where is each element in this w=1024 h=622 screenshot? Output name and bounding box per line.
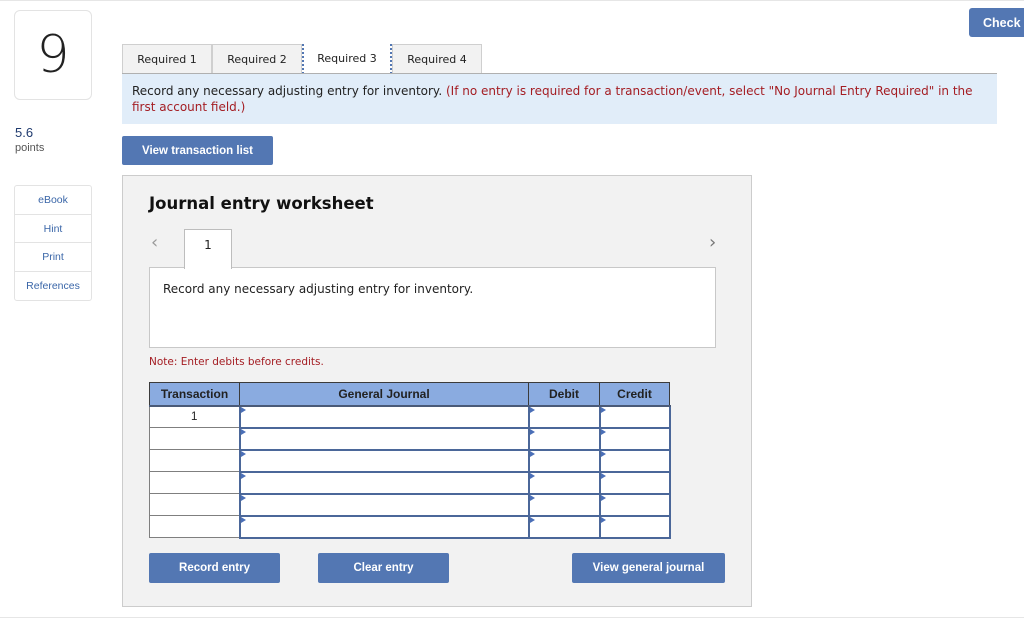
dropdown-marker-icon xyxy=(529,450,535,457)
dropdown-marker-icon xyxy=(600,450,606,457)
clear-entry-button[interactable]: Clear entry xyxy=(318,553,449,583)
table-row xyxy=(149,426,671,451)
account-field[interactable] xyxy=(238,492,530,517)
transaction-cell xyxy=(149,515,240,538)
required-tabs: Required 1 Required 2 Required 3 Require… xyxy=(122,44,482,74)
table-row: 1 xyxy=(149,404,671,429)
account-field[interactable] xyxy=(238,514,530,539)
worksheet-title: Journal entry worksheet xyxy=(149,194,374,213)
transaction-cell xyxy=(149,493,240,516)
dropdown-marker-icon xyxy=(240,450,246,457)
journal-entry-worksheet: Journal entry worksheet ‹ › 1 Record any… xyxy=(122,175,752,607)
hint-link[interactable]: Hint xyxy=(15,215,91,243)
instructions-main: Record any necessary adjusting entry for… xyxy=(132,84,443,98)
dropdown-marker-icon xyxy=(529,516,535,523)
debit-field[interactable] xyxy=(527,492,601,517)
table-row xyxy=(149,492,671,517)
dropdown-marker-icon xyxy=(240,494,246,501)
dropdown-marker-icon xyxy=(600,472,606,479)
header-credit: Credit xyxy=(599,382,670,407)
worksheet-description: Record any necessary adjusting entry for… xyxy=(149,267,716,348)
debit-field[interactable] xyxy=(527,470,601,495)
tab-required-4[interactable]: Required 4 xyxy=(392,44,482,74)
dropdown-marker-icon xyxy=(600,516,606,523)
debits-note: Note: Enter debits before credits. xyxy=(149,356,324,368)
points-label: points xyxy=(15,142,45,154)
dropdown-marker-icon xyxy=(529,406,535,413)
journal-table: Transaction General Journal Debit Credit… xyxy=(149,382,671,539)
header-debit: Debit xyxy=(528,382,600,407)
credit-field[interactable] xyxy=(598,470,671,495)
tab-required-3[interactable]: Required 3 xyxy=(302,44,392,74)
references-link[interactable]: References xyxy=(15,272,91,301)
dropdown-marker-icon xyxy=(240,406,246,413)
debit-field[interactable] xyxy=(527,426,601,451)
table-row xyxy=(149,514,671,539)
account-field[interactable] xyxy=(238,404,530,429)
credit-field[interactable] xyxy=(598,426,671,451)
check-button[interactable]: Check xyxy=(969,8,1024,37)
tab-required-1[interactable]: Required 1 xyxy=(122,44,212,74)
ebook-link[interactable]: eBook xyxy=(15,186,91,215)
points-value: 5.6 xyxy=(15,125,34,140)
dropdown-marker-icon xyxy=(529,428,535,435)
credit-field[interactable] xyxy=(598,514,671,539)
top-divider xyxy=(0,0,1024,1)
record-entry-button[interactable]: Record entry xyxy=(149,553,280,583)
transaction-cell xyxy=(149,471,240,494)
account-field[interactable] xyxy=(238,470,530,495)
header-transaction: Transaction xyxy=(149,382,240,407)
view-general-journal-button[interactable]: View general journal xyxy=(572,553,725,583)
table-row xyxy=(149,448,671,473)
transaction-cell xyxy=(149,427,240,450)
tab-required-2[interactable]: Required 2 xyxy=(212,44,302,74)
debit-field[interactable] xyxy=(527,404,601,429)
account-field[interactable] xyxy=(238,448,530,473)
dropdown-marker-icon xyxy=(600,406,606,413)
credit-field[interactable] xyxy=(598,448,671,473)
credit-field[interactable] xyxy=(598,404,671,429)
account-field[interactable] xyxy=(238,426,530,451)
dropdown-marker-icon xyxy=(529,472,535,479)
worksheet-tab-1[interactable]: 1 xyxy=(184,229,232,269)
table-row xyxy=(149,470,671,495)
debit-field[interactable] xyxy=(527,448,601,473)
instructions-panel: Record any necessary adjusting entry for… xyxy=(122,74,997,124)
bottom-divider xyxy=(0,617,1024,618)
dropdown-marker-icon xyxy=(240,516,246,523)
header-general-journal: General Journal xyxy=(239,382,529,407)
debit-field[interactable] xyxy=(527,514,601,539)
print-link[interactable]: Print xyxy=(15,243,91,272)
transaction-cell xyxy=(149,449,240,472)
transaction-cell: 1 xyxy=(149,405,240,428)
dropdown-marker-icon xyxy=(240,472,246,479)
question-number: 9 xyxy=(14,10,92,100)
dropdown-marker-icon xyxy=(600,428,606,435)
side-links: eBook Hint Print References xyxy=(14,185,92,301)
credit-field[interactable] xyxy=(598,492,671,517)
view-transaction-list-button[interactable]: View transaction list xyxy=(122,136,273,165)
dropdown-marker-icon xyxy=(529,494,535,501)
dropdown-marker-icon xyxy=(600,494,606,501)
chevron-left-icon[interactable]: ‹ xyxy=(151,232,158,253)
chevron-right-icon[interactable]: › xyxy=(709,232,716,253)
dropdown-marker-icon xyxy=(240,428,246,435)
